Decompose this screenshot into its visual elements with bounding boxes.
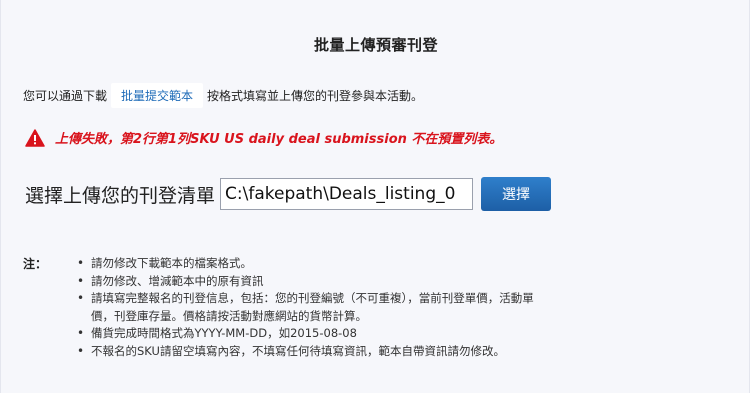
note-text-continued: 價，刊登庫存量。價格請按活動對應網站的貨幣計算。 — [91, 308, 367, 323]
intro-before: 您可以通過下載 — [23, 89, 108, 103]
note-text: 請勿修改下載範本的檔案格式。 — [91, 256, 252, 270]
note-text: 請填寫完整報名的刊登信息，包括：您的刊登編號（不可重複），當前刊登單價，活動單 — [91, 291, 534, 305]
list-item: 不報名的SKU請留空填寫內容，不填寫任何待填寫資訊，範本自帶資訊請勿修改。 — [75, 343, 534, 361]
upload-label: 選擇上傳您的刊登清單 — [25, 184, 216, 207]
error-message: 上傳失敗，第2行第1列SKU US daily deal submission … — [25, 128, 502, 147]
notes-label: 注： — [23, 257, 48, 271]
error-text: 上傳失敗，第2行第1列SKU US daily deal submission … — [55, 132, 503, 147]
list-item: 備貨完成時間格式為YYYY-MM-DD，如2015-08-08 — [75, 325, 534, 343]
file-path-input[interactable]: C:\fakepath\Deals_listing_0 — [220, 178, 474, 210]
intro-text: 您可以通過下載 批量提交範本 按格式填寫並上傳您的刊登參與本活動。 — [23, 83, 423, 108]
list-item: 請填寫完整報名的刊登信息，包括：您的刊登編號（不可重複），當前刊登單價，活動單 … — [75, 290, 534, 325]
note-text: 不報名的SKU請留空填寫內容，不填寫任何待填寫資訊，範本自帶資訊請勿修改。 — [91, 343, 505, 358]
upload-panel: 批量上傳預審刊登 您可以通過下載 批量提交範本 按格式填寫並上傳您的刊登參與本活… — [0, 0, 750, 393]
intro-after: 按格式填寫並上傳您的刊登參與本活動。 — [207, 89, 424, 103]
upload-row: 選擇上傳您的刊登清單 C:\fakepath\Deals_listing_0 選… — [25, 177, 552, 211]
page-title: 批量上傳預審刊登 — [313, 36, 438, 54]
warning-icon — [25, 128, 45, 147]
notes-list: 請勿修改下載範本的檔案格式。 請勿修改、增減範本中的原有資訊 請填寫完整報名的刊… — [75, 255, 534, 360]
list-item: 請勿修改下載範本的檔案格式。 — [75, 255, 534, 273]
note-text: 請勿修改、增減範本中的原有資訊 — [91, 273, 264, 288]
download-template-link[interactable]: 批量提交範本 — [111, 83, 204, 108]
choose-file-button[interactable]: 選擇 — [481, 177, 552, 211]
list-item: 請勿修改、增減範本中的原有資訊 — [75, 273, 534, 291]
notes-section: 注： 請勿修改下載範本的檔案格式。 請勿修改、增減範本中的原有資訊 請填寫完整報… — [23, 255, 534, 360]
note-text: 備貨完成時間格式為YYYY-MM-DD，如2015-08-08 — [91, 326, 357, 340]
